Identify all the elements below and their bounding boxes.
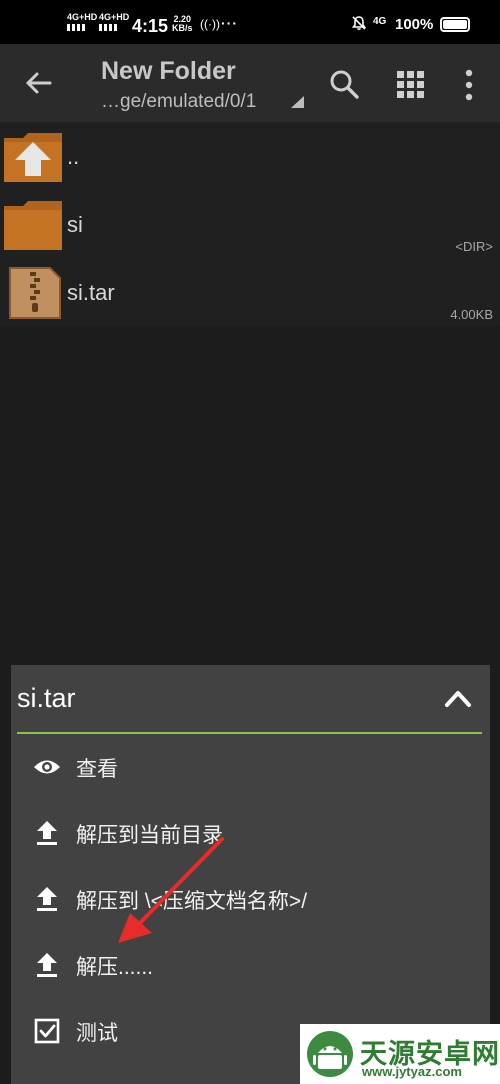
menu-item-label: 测试 — [76, 1022, 118, 1045]
context-menu-sheet: si.tar 查看 解压到当前目录 解压到 \<压缩文档名称>/ 解压.....… — [11, 665, 490, 1084]
folder-up-icon — [4, 133, 62, 182]
file-meta: <DIR> — [455, 239, 493, 254]
path-dropdown-icon[interactable] — [291, 96, 304, 108]
signal-1: 4G+HD — [67, 13, 97, 31]
watermark: 天源安卓网 www.jytyaz.com — [300, 1024, 500, 1084]
menu-item-extract-here[interactable]: 解压到当前目录 — [11, 800, 490, 866]
extract-icon — [37, 887, 57, 911]
file-name: .. — [67, 144, 80, 169]
sheet-header[interactable]: si.tar — [11, 665, 490, 732]
file-meta: 4.00KB — [450, 307, 493, 322]
battery-percent: 100% — [395, 16, 434, 33]
file-list: .. si <DIR> si.tar 4.00KB — [0, 122, 500, 326]
file-name: si.tar — [67, 280, 115, 305]
menu-item-extract[interactable]: 解压...... — [11, 932, 490, 998]
menu-item-view[interactable]: 查看 — [11, 734, 490, 800]
arrow-left-icon[interactable] — [22, 66, 56, 100]
file-row-archive[interactable]: si.tar 4.00KB — [0, 258, 500, 326]
network-speed: 2.20 KB/s — [172, 14, 193, 33]
file-row-parent[interactable]: .. — [0, 122, 500, 190]
signal-2: 4G+HD — [99, 13, 129, 31]
sheet-title: si.tar — [17, 683, 76, 713]
chevron-up-icon[interactable] — [443, 685, 473, 711]
menu-item-label: 查看 — [76, 758, 118, 781]
folder-title: New Folder — [101, 57, 236, 85]
battery-icon — [440, 17, 470, 32]
menu-item-extract-to-folder[interactable]: 解压到 \<压缩文档名称>/ — [11, 866, 490, 932]
extract-icon — [37, 821, 57, 845]
more-status-icon: ··· — [221, 15, 238, 31]
eye-icon — [34, 760, 60, 774]
signal-bars-icon — [99, 24, 119, 31]
checkbox-icon — [34, 1018, 60, 1044]
folder-path[interactable]: …ge/emulated/0/1 — [101, 91, 256, 113]
archive-file-icon — [9, 267, 61, 319]
watermark-url: www.jytyaz.com — [362, 1064, 462, 1079]
search-icon[interactable] — [328, 68, 360, 100]
menu-item-label: 解压到当前目录 — [76, 824, 223, 847]
status-bar: 4G+HD 4G+HD 4:15 2.20 KB/s ((·)) ··· 4G … — [0, 0, 500, 44]
mute-bell-icon — [351, 16, 367, 30]
file-row-folder[interactable]: si <DIR> — [0, 190, 500, 258]
android-logo-icon — [307, 1031, 353, 1077]
clock: 4:15 — [132, 16, 169, 36]
hotspot-icon: ((·)) — [200, 17, 220, 31]
more-vert-icon[interactable] — [460, 68, 478, 102]
grid-view-icon[interactable] — [396, 70, 426, 100]
menu-item-label: 解压...... — [76, 956, 154, 979]
folder-icon — [4, 201, 62, 250]
network-type: 4G — [373, 16, 387, 27]
extract-icon — [37, 953, 57, 977]
signal-bars-icon — [67, 24, 87, 31]
menu-item-label: 解压到 \<压缩文档名称>/ — [76, 890, 308, 913]
file-name: si — [67, 212, 83, 237]
toolbar: New Folder …ge/emulated/0/1 — [0, 44, 500, 122]
